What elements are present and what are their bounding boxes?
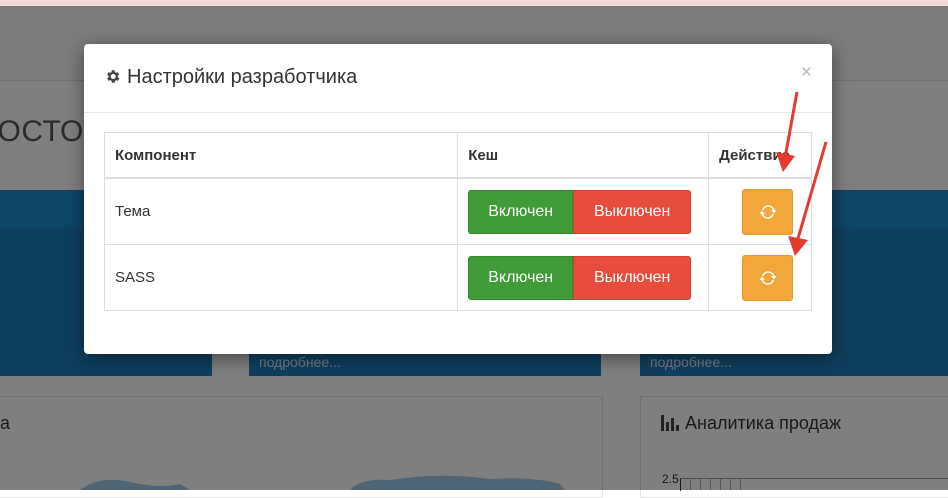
cache-toggle-group: Включен Выключен bbox=[468, 255, 692, 300]
column-header-cache: Кеш bbox=[457, 132, 710, 179]
cache-toggle-group: Включен Выключен bbox=[468, 189, 692, 234]
refresh-button[interactable] bbox=[742, 254, 794, 301]
modal-header: Настройки разработчика × bbox=[84, 44, 832, 113]
refresh-button[interactable] bbox=[742, 188, 794, 235]
cache-off-button[interactable]: Выключен bbox=[573, 255, 692, 300]
modal-title-text: Настройки разработчика bbox=[127, 66, 358, 88]
cache-cell: Включен Выключен bbox=[457, 177, 710, 245]
action-cell bbox=[708, 244, 812, 311]
cache-cell: Включен Выключен bbox=[457, 244, 710, 311]
refresh-icon bbox=[759, 204, 776, 219]
action-cell bbox=[708, 177, 812, 245]
close-icon[interactable]: × bbox=[801, 62, 812, 84]
table-row: SASS Включен Выключен bbox=[103, 244, 812, 311]
cache-on-button[interactable]: Включен bbox=[468, 189, 574, 234]
table-header-row: Компонент Кеш Действие bbox=[103, 132, 812, 179]
gear-icon bbox=[107, 70, 120, 83]
column-header-action: Действие bbox=[708, 132, 812, 179]
component-name: SASS bbox=[103, 244, 459, 311]
table-row: Тема Включен Выключен bbox=[103, 177, 812, 245]
component-name: Тема bbox=[103, 177, 459, 245]
developer-settings-modal: Настройки разработчика × Компонент Кеш Д… bbox=[84, 44, 832, 354]
modal-title: Настройки разработчика bbox=[104, 66, 357, 89]
developer-table: Компонент Кеш Действие Тема Включен Выкл… bbox=[103, 132, 812, 311]
refresh-icon bbox=[759, 270, 776, 285]
cache-on-button[interactable]: Включен bbox=[468, 255, 574, 300]
column-header-component: Компонент bbox=[103, 132, 459, 179]
cache-off-button[interactable]: Выключен bbox=[573, 189, 692, 234]
